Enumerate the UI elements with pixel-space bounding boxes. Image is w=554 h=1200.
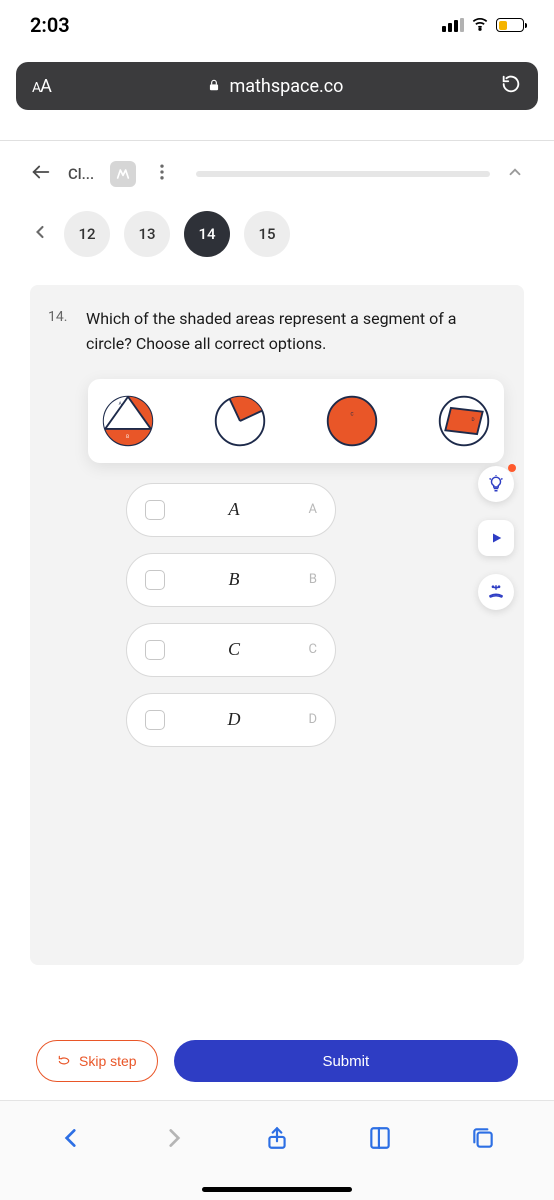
question-chip-13[interactable]: 13 [124,211,170,257]
diagram-c: C [324,393,380,449]
cellular-icon [442,18,464,32]
tabs-button[interactable] [470,1125,496,1155]
checkbox[interactable] [145,570,165,590]
bookmarks-button[interactable] [367,1125,393,1155]
option-tag: C [303,642,317,657]
option-d[interactable]: D D [126,693,336,747]
share-button[interactable] [264,1125,290,1155]
svg-text:B: B [126,433,129,439]
notification-dot [508,464,516,472]
question-chip-15[interactable]: 15 [244,211,290,257]
skip-icon [57,1054,71,1068]
wifi-icon [470,13,490,38]
footer-buttons: Skip step Submit [36,1040,518,1082]
status-icons [442,13,524,38]
diagram-d: D [436,393,492,449]
options-list: A A B B C C D D [126,483,506,747]
side-tools [478,466,514,610]
option-b[interactable]: B B [126,553,336,607]
svg-text:D: D [471,417,474,423]
progress-bar [196,171,490,177]
option-tag: A [303,502,317,517]
option-c[interactable]: C C [126,623,336,677]
url-bar[interactable]: AA mathspace.co [16,62,538,110]
skip-step-button[interactable]: Skip step [36,1040,158,1082]
option-label: A [183,499,285,520]
url-display[interactable]: mathspace.co [63,76,488,97]
breadcrumb[interactable]: Cl... [68,165,94,183]
question-chip-14[interactable]: 14 [184,211,230,257]
question-panel: 14. Which of the shaded areas represent … [30,285,524,965]
diagram-card[interactable]: A B C D [88,379,504,463]
option-label: D [183,709,285,730]
domain-text: mathspace.co [229,76,343,97]
option-tag: B [303,572,317,587]
option-tag: D [303,712,317,727]
home-indicator[interactable] [202,1187,352,1192]
text-size-button[interactable]: AA [32,76,51,97]
hint-button[interactable] [478,466,514,502]
browser-forward-button[interactable] [161,1125,187,1155]
diagram-b [212,393,268,449]
option-a[interactable]: A A [126,483,336,537]
option-label: C [183,639,285,660]
question-chip-12[interactable]: 12 [64,211,110,257]
question-text: Which of the shaded areas represent a se… [86,307,506,357]
app-bar: Cl... [0,141,554,197]
logo-icon[interactable] [110,161,136,187]
video-button[interactable] [478,520,514,556]
lock-icon [207,76,221,97]
clock: 2:03 [30,13,70,37]
more-menu-button[interactable] [152,162,172,186]
svg-text:A: A [119,401,122,407]
back-button[interactable] [30,161,52,187]
status-bar: 2:03 [0,0,554,50]
browser-back-button[interactable] [58,1125,84,1155]
reload-button[interactable] [500,73,522,99]
question-nav: 12 13 14 15 [0,197,554,271]
skip-label: Skip step [79,1053,137,1069]
checkbox[interactable] [145,710,165,730]
question-number: 14. [48,307,72,747]
collapse-button[interactable] [506,163,524,185]
svg-text:C: C [350,411,353,417]
battery-icon [496,18,524,32]
diagram-a: A B [100,393,156,449]
checkbox[interactable] [145,640,165,660]
browser-toolbar [0,1100,554,1200]
option-label: B [183,569,285,590]
prev-question-button[interactable] [30,222,50,246]
checkbox[interactable] [145,500,165,520]
worked-example-button[interactable] [478,574,514,610]
submit-button[interactable]: Submit [174,1040,518,1082]
